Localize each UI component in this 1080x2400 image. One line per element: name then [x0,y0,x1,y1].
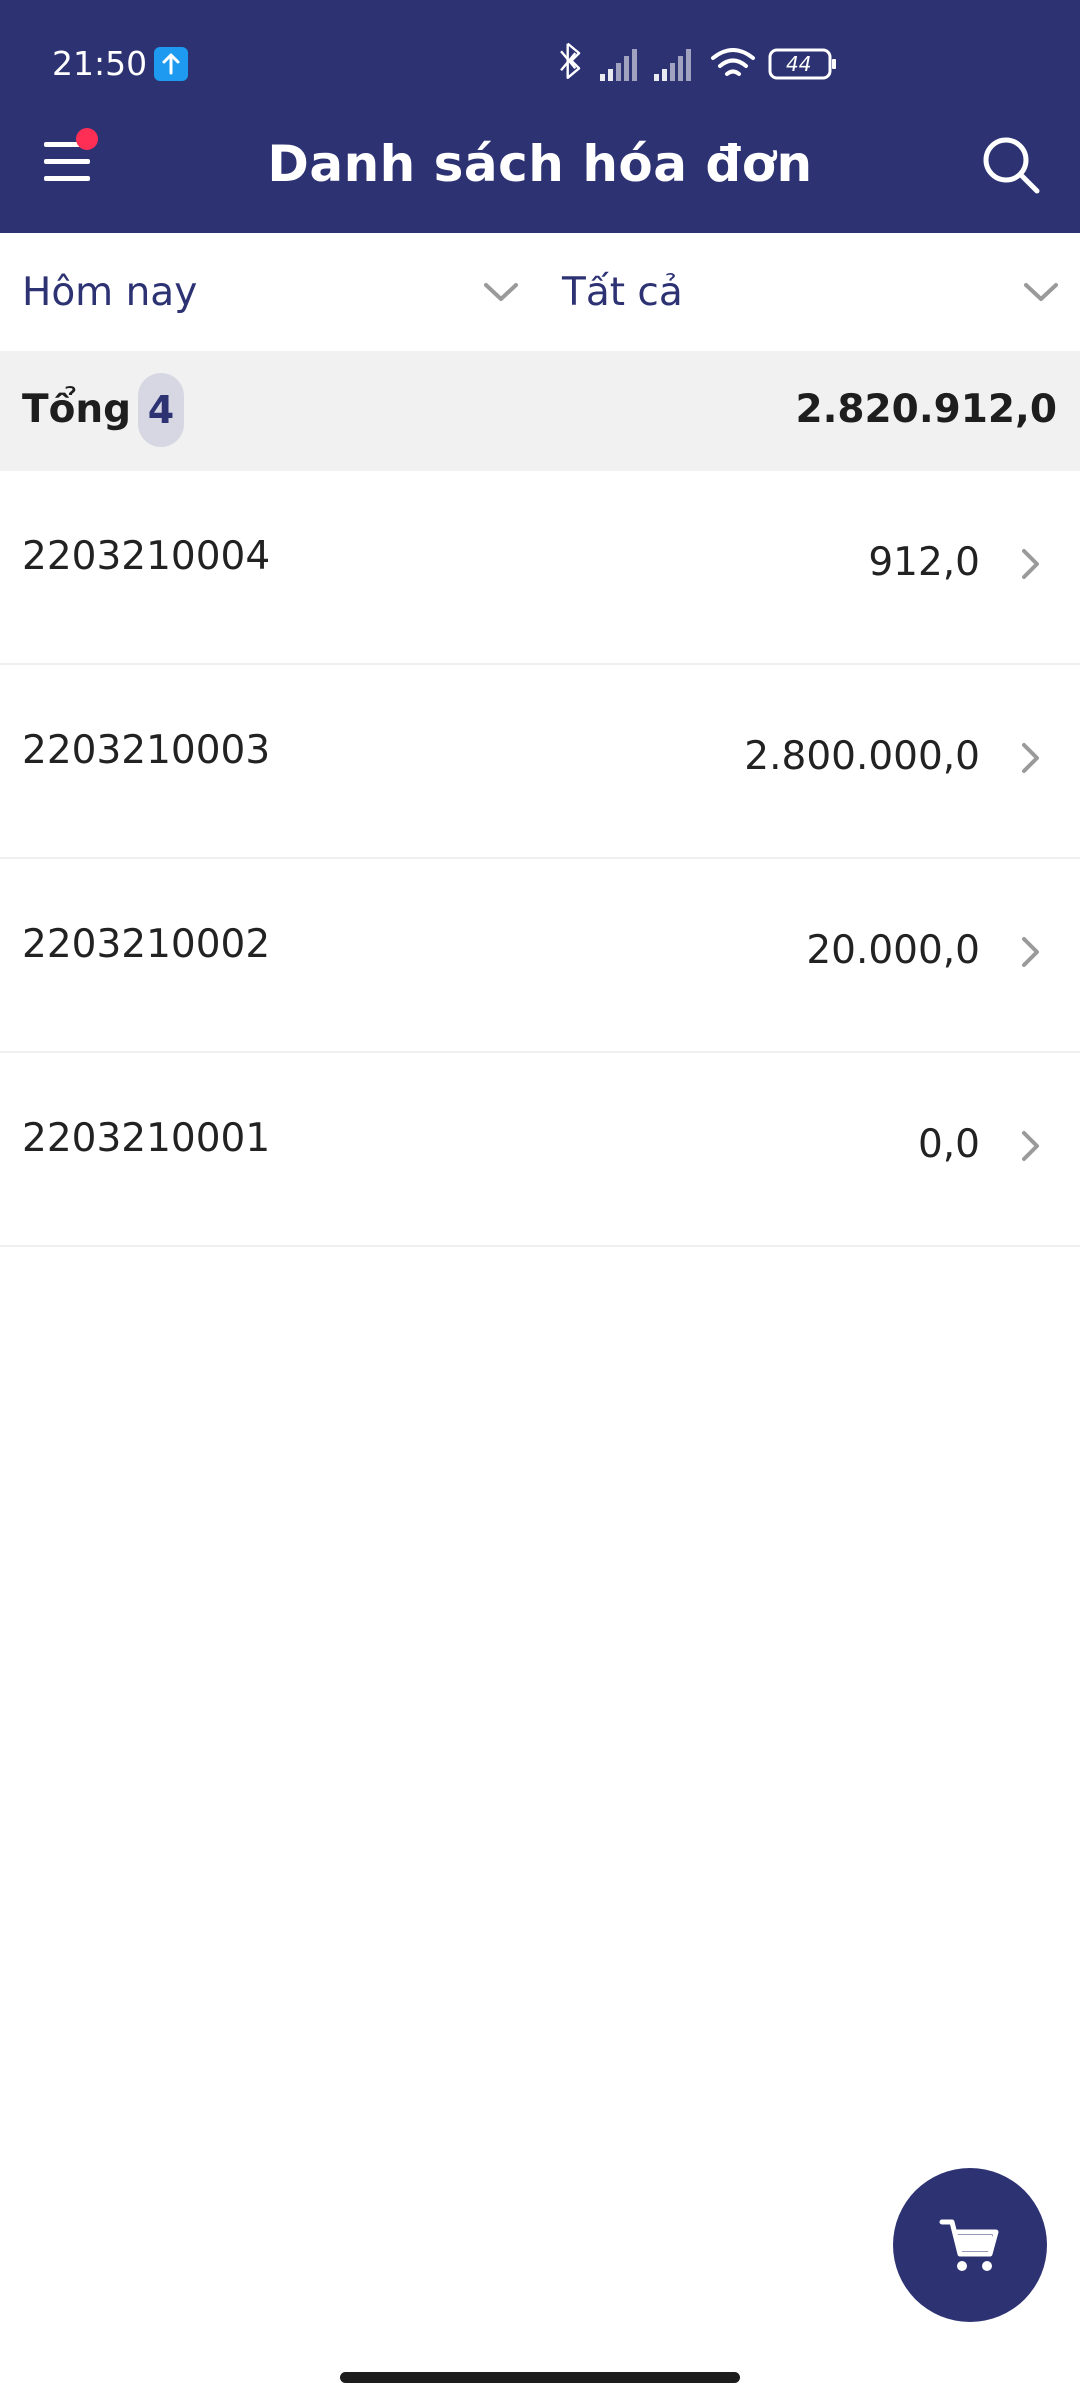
home-indicator[interactable] [340,2372,740,2383]
search-icon [983,137,1040,194]
cart-button[interactable] [893,2168,1047,2322]
date-filter-dropdown[interactable]: Hôm nay [0,233,540,351]
chevron-right-icon [1022,743,1039,773]
invoice-id: 2203210003 [22,728,271,773]
invoice-list: 2203210004 912,0 2203210003 2.800.000,0 … [0,471,1080,1247]
total-label: Tổng [22,387,132,432]
invoice-row[interactable]: 2203210002 20.000,0 [0,859,1080,1053]
battery-level: 44 [786,52,812,76]
invoice-count-badge: 4 [138,373,184,447]
upload-arrow-icon [154,47,188,81]
cart-icon [939,2219,999,2271]
search-button[interactable] [980,134,1044,198]
status-time: 21:50 [52,44,148,83]
bluetooth-icon [560,42,581,79]
invoice-row[interactable]: 2203210001 0,0 [0,1053,1080,1247]
invoice-amount: 2.800.000,0 [744,734,980,779]
invoice-id: 2203210001 [22,1116,271,1161]
date-filter-label: Hôm nay [22,270,198,315]
invoice-id: 2203210004 [22,534,271,579]
invoice-amount: 20.000,0 [806,928,980,973]
status-filter-dropdown[interactable]: Tất cả [540,233,1080,351]
status-filter-label: Tất cả [562,270,683,315]
invoice-row[interactable]: 2203210003 2.800.000,0 [0,665,1080,859]
invoice-id: 2203210002 [22,922,271,967]
total-amount: 2.820.912,0 [795,387,1057,432]
status-icons: 44 [540,40,1080,88]
invoice-amount: 0,0 [917,1122,980,1167]
signal-icon [654,49,691,81]
chevron-right-icon [1022,1131,1039,1161]
signal-icon [600,49,637,81]
chevron-down-icon [1024,283,1058,301]
invoice-amount: 912,0 [868,540,980,585]
app-header: 21:50 44 Danh sách hóa đơn [0,0,1080,233]
page-title: Danh sách hóa đơn [267,135,813,193]
filter-bar: Hôm nay Tất cả [0,233,1080,351]
chevron-right-icon [1022,937,1039,967]
invoice-row[interactable]: 2203210004 912,0 [0,471,1080,665]
chevron-down-icon [484,283,518,301]
chevron-right-icon [1022,549,1039,579]
summary-row: Tổng 4 2.820.912,0 [0,351,1080,471]
wifi-icon [711,48,755,76]
